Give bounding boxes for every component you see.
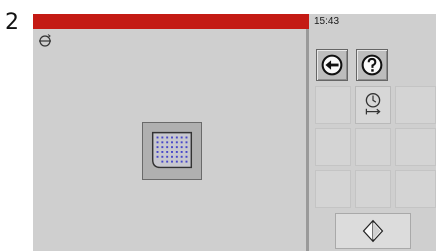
empty-slot-r3c1	[315, 128, 351, 166]
empty-slot-r4c3	[395, 170, 436, 208]
empty-slot-r4c1	[315, 170, 351, 208]
status-bar	[33, 14, 309, 29]
question-mark-icon	[361, 54, 383, 76]
empty-slot-r4c2	[355, 170, 391, 208]
empty-slot-r3c2	[355, 128, 391, 166]
rotation-mode-icon[interactable]	[37, 33, 53, 49]
program-timer-button[interactable]	[355, 86, 391, 124]
timer-clock-icon	[365, 93, 381, 115]
empty-slot-r2c3	[395, 86, 436, 124]
empty-slot-r2c1	[315, 86, 351, 124]
clock-time: 15:43	[314, 16, 340, 27]
back-arrow-icon	[321, 54, 343, 76]
help-button[interactable]	[356, 49, 388, 81]
start-button[interactable]	[335, 213, 411, 249]
empty-slot-r3c3	[395, 128, 436, 166]
control-panel-screen: 15:43	[33, 14, 436, 251]
step-number: 2	[5, 10, 19, 35]
start-diamond-icon	[362, 219, 384, 243]
panel-divider	[306, 29, 309, 251]
steam-grid-cooking-icon[interactable]	[142, 122, 202, 180]
back-button[interactable]	[316, 49, 348, 81]
